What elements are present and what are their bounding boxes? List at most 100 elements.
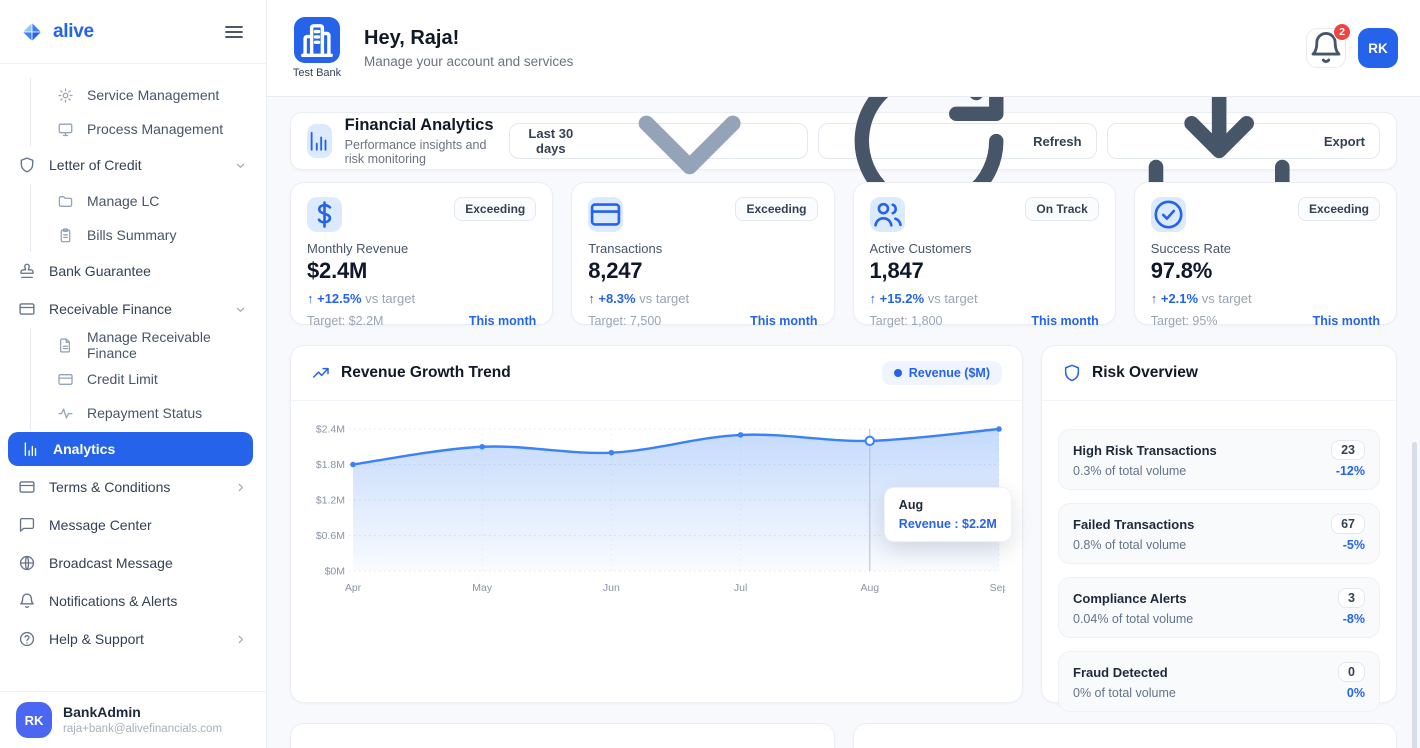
svg-text:May: May: [472, 582, 493, 594]
kpi-label: Transactions: [588, 241, 817, 256]
legend-label: Revenue ($M): [909, 366, 990, 380]
kpi-value: $2.4M: [307, 258, 536, 284]
analytics-toolbar: Financial Analytics Performance insights…: [290, 112, 1397, 170]
kpi-card-success-rate: Exceeding Success Rate 97.8% ↑ +2.1% vs …: [1134, 182, 1397, 325]
risk-title: Risk Overview: [1092, 364, 1198, 382]
kpi-change-suffix: vs target: [639, 291, 689, 306]
sidebar-item-letter-of-credit[interactable]: Letter of Credit: [0, 146, 266, 184]
bottom-row: [290, 723, 1397, 748]
folder-icon: [57, 193, 74, 210]
sidebar-item-repayment-status[interactable]: Repayment Status: [30, 396, 266, 430]
kpi-change-suffix: vs target: [1202, 291, 1252, 306]
kpi-period: This month: [1313, 314, 1380, 328]
sidebar-user[interactable]: RK BankAdmin raja+bank@alivefinancials.c…: [0, 691, 266, 748]
kpi-change: ↑ +12.5%: [307, 291, 362, 306]
export-button[interactable]: Export: [1107, 123, 1380, 159]
kpi-label: Active Customers: [870, 241, 1099, 256]
credit-card-icon: [57, 371, 74, 388]
notifications-button[interactable]: 2: [1306, 28, 1346, 68]
chevron-right-icon: [233, 632, 248, 647]
sidebar-item-label: Manage LC: [87, 193, 159, 209]
sidebar-item-label: Receivable Finance: [49, 301, 172, 317]
kpi-target: Target: 1,800: [870, 314, 943, 328]
sidebar-item-help-support[interactable]: Help & Support: [0, 620, 266, 658]
page-subtitle: Manage your account and services: [364, 54, 573, 69]
sidebar-item-label: Manage Receivable Finance: [87, 329, 248, 361]
sidebar-item-broadcast-message[interactable]: Broadcast Message: [0, 544, 266, 582]
sidebar-item-receivable-finance[interactable]: Receivable Finance: [0, 290, 266, 328]
chart-legend[interactable]: Revenue ($M): [882, 361, 1002, 385]
bar-chart-icon: [22, 440, 40, 458]
risk-count-badge: 3: [1338, 588, 1365, 608]
shield-icon: [1062, 363, 1082, 383]
sidebar-item-label: Bills Summary: [87, 227, 176, 243]
kpi-change: ↑ +8.3%: [588, 291, 635, 306]
sidebar-item-label: Process Management: [87, 121, 223, 137]
svg-text:Jun: Jun: [603, 582, 620, 594]
sidebar-item-manage-receivable-finance[interactable]: Manage Receivable Finance: [30, 328, 266, 362]
risk-count-badge: 23: [1331, 440, 1365, 460]
kpi-card-transactions: Exceeding Transactions 8,247 ↑ +8.3% vs …: [571, 182, 834, 325]
risk-count-badge: 0: [1338, 662, 1365, 682]
risk-count-badge: 67: [1331, 514, 1365, 534]
kpi-target: Target: 7,500: [588, 314, 661, 328]
bank-icon: [294, 17, 340, 63]
globe-icon: [18, 554, 36, 572]
kpi-change: ↑ +2.1%: [1151, 291, 1198, 306]
risk-volume: 0.8% of total volume: [1073, 538, 1186, 552]
profile-button[interactable]: RK: [1358, 28, 1398, 68]
kpi-card-active-customers: On Track Active Customers 1,847 ↑ +15.2%…: [853, 182, 1116, 325]
kpi-label: Monthly Revenue: [307, 241, 536, 256]
bank-block: Test Bank: [287, 17, 347, 79]
page-scrollbar[interactable]: [1412, 442, 1417, 748]
risk-volume: 0.04% of total volume: [1073, 612, 1193, 626]
chevron-down-icon: [233, 302, 248, 317]
risk-change: -5%: [1343, 538, 1365, 552]
svg-text:$2.4M: $2.4M: [316, 424, 345, 436]
chart-tooltip: Aug Revenue : $2.2M: [884, 487, 1012, 542]
sidebar-item-message-center[interactable]: Message Center: [0, 506, 266, 544]
svg-text:$1.8M: $1.8M: [316, 459, 345, 471]
date-range-select[interactable]: Last 30 days: [509, 123, 808, 159]
notification-badge: 2: [1333, 23, 1351, 41]
sidebar-item-analytics[interactable]: Analytics: [8, 432, 253, 466]
help-icon: [18, 630, 36, 648]
svg-text:Sep: Sep: [990, 582, 1005, 594]
alive-logo-icon: [20, 20, 44, 44]
page-header: Test Bank Hey, Raja! Manage your account…: [267, 0, 1420, 97]
revenue-chart: $2.4M$1.8M$1.2M$0.6M$0M AprMayJunJulAugS…: [291, 401, 1022, 610]
kpi-change-suffix: vs target: [928, 291, 978, 306]
sidebar: alive Service Management Process Managem…: [0, 0, 267, 748]
sidebar-item-label: Terms & Conditions: [49, 479, 170, 495]
sidebar-item-notifications-alerts[interactable]: Notifications & Alerts: [0, 582, 266, 620]
sidebar-item-manage-lc[interactable]: Manage LC: [30, 184, 266, 218]
kpi-period: This month: [469, 314, 536, 328]
monitor-icon: [57, 121, 74, 138]
risk-change: -8%: [1343, 612, 1365, 626]
kpi-change-suffix: vs target: [365, 291, 415, 306]
status-badge: Exceeding: [1298, 197, 1380, 221]
sidebar-item-terms-conditions[interactable]: Terms & Conditions: [0, 468, 266, 506]
sidebar-item-service-management[interactable]: Service Management: [30, 78, 266, 112]
sidebar-item-credit-limit[interactable]: Credit Limit: [30, 362, 266, 396]
main-area: Test Bank Hey, Raja! Manage your account…: [267, 0, 1420, 748]
kpi-change: ↑ +15.2%: [870, 291, 925, 306]
risk-overview-card: Risk Overview High Risk Transactions 23 …: [1041, 345, 1397, 703]
revenue-chart-card: Revenue Growth Trend Revenue ($M): [290, 345, 1023, 703]
refresh-button[interactable]: Refresh: [818, 123, 1097, 159]
menu-icon[interactable]: [222, 20, 246, 44]
sidebar-item-label: Credit Limit: [87, 371, 158, 387]
kpi-period: This month: [750, 314, 817, 328]
users-icon: [870, 197, 905, 232]
risk-item-fraud-detected: Fraud Detected 0 0% of total volume 0%: [1058, 651, 1380, 712]
sidebar-item-process-management[interactable]: Process Management: [30, 112, 266, 146]
sidebar-item-bills-summary[interactable]: Bills Summary: [30, 218, 266, 252]
credit-card-icon: [18, 478, 36, 496]
risk-label: High Risk Transactions: [1073, 443, 1217, 458]
sidebar-item-label: Bank Guarantee: [49, 263, 151, 279]
risk-volume: 0% of total volume: [1073, 686, 1176, 700]
sidebar-item-label: Broadcast Message: [49, 555, 173, 571]
sidebar-item-bank-guarantee[interactable]: Bank Guarantee: [0, 252, 266, 290]
sidebar-item-label: Help & Support: [49, 631, 144, 647]
shield-icon: [18, 156, 36, 174]
